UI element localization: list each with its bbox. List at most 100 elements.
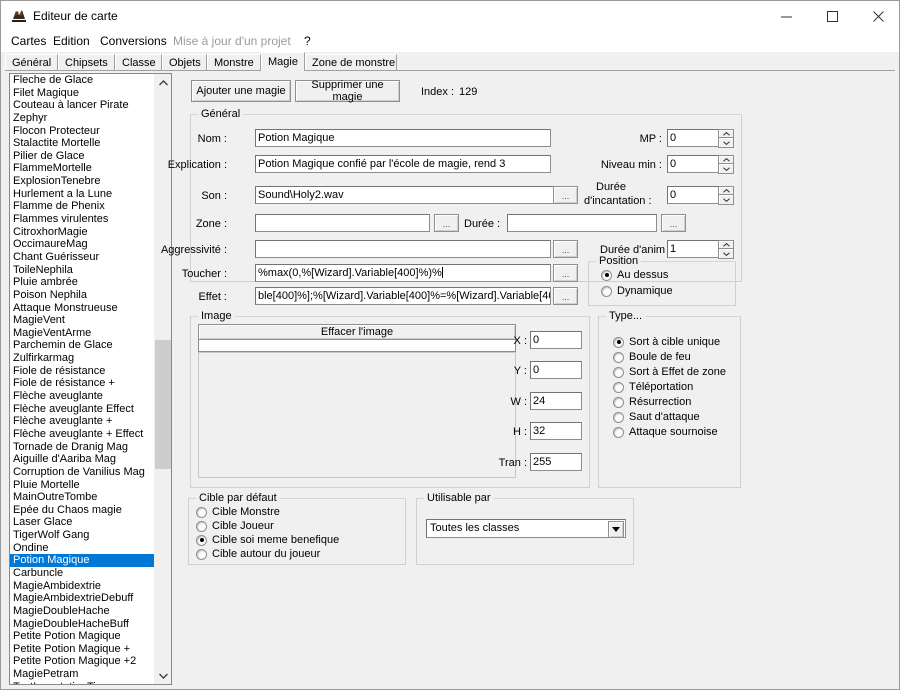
radio-cible-joueur[interactable]: Cible Joueur	[196, 520, 274, 532]
radio-cible-autour-du-joueur[interactable]: Cible autour du joueur	[196, 548, 320, 560]
radio-type-attaque-sournoise[interactable]: Attaque sournoise	[613, 426, 718, 438]
list-item[interactable]: MainOutreTombe	[10, 491, 156, 504]
list-item[interactable]: Filet Magique	[10, 87, 156, 100]
radio-type-resurrection[interactable]: Résurrection	[613, 396, 691, 408]
list-item[interactable]: Flocon Protecteur	[10, 125, 156, 138]
radio-type-boule-de-feu[interactable]: Boule de feu	[613, 351, 691, 363]
tab-classe[interactable]: Classe	[115, 54, 162, 71]
menu-edition[interactable]: Edition	[53, 34, 90, 48]
list-item[interactable]: Flèche aveuglante	[10, 390, 156, 403]
tab-monstre[interactable]: Monstre	[207, 54, 261, 71]
duree-incantation-spinner-up[interactable]	[718, 186, 734, 195]
list-item[interactable]: Petite Potion Magique +	[10, 643, 156, 656]
list-item[interactable]: MagieAmbidextrie	[10, 580, 156, 593]
zone-browse-button[interactable]: ...	[434, 214, 459, 232]
list-item[interactable]: Flèche aveuglante +	[10, 415, 156, 428]
image-y-input[interactable]: 0	[530, 361, 582, 379]
list-item[interactable]: Flèche aveuglante + Effect	[10, 428, 156, 441]
list-item[interactable]: ExplosionTenebre	[10, 175, 156, 188]
mp-spinner[interactable]	[718, 129, 734, 148]
explication-input[interactable]: Potion Magique confié par l'école de mag…	[255, 155, 551, 173]
list-item[interactable]: Flamme de Phenix	[10, 200, 156, 213]
radio-type-sort-cible-unique[interactable]: Sort à cible unique	[613, 336, 720, 348]
tab-zone-de-monstre[interactable]: Zone de monstre	[305, 54, 397, 71]
mp-input[interactable]: 0	[667, 129, 719, 147]
duree-anim-spinner-up[interactable]	[718, 240, 734, 249]
list-item[interactable]: Flèche aveuglante Effect	[10, 403, 156, 416]
image-x-input[interactable]: 0	[530, 331, 582, 349]
spell-listbox[interactable]: Fleche de GlaceFilet MagiqueCouteau à la…	[9, 73, 172, 685]
tab-objets[interactable]: Objets	[162, 54, 207, 71]
close-icon[interactable]	[855, 1, 900, 31]
menu-conversions[interactable]: Conversions	[100, 34, 167, 48]
list-item[interactable]: Fleche de Glace	[10, 74, 156, 87]
niveau-min-spinner[interactable]	[718, 155, 734, 174]
duree-incantation-spinner-down[interactable]	[718, 195, 734, 205]
list-item[interactable]: Carbuncle	[10, 567, 156, 580]
effet-browse-button[interactable]: ...	[553, 287, 578, 305]
chevron-down-icon[interactable]	[608, 521, 624, 538]
list-item[interactable]: Poison Nephila	[10, 289, 156, 302]
image-path-input[interactable]	[198, 339, 516, 352]
scroll-up-icon[interactable]	[155, 74, 171, 91]
list-item[interactable]: Chant Guérisseur	[10, 251, 156, 264]
niveau-min-spinner-up[interactable]	[718, 155, 734, 164]
duree-browse-button[interactable]: ...	[661, 214, 686, 232]
list-item[interactable]: Potion Magique	[10, 554, 156, 567]
radio-cible-soi-meme-benefique[interactable]: Cible soi meme benefique	[196, 534, 339, 546]
radio-position-dynamique[interactable]: Dynamique	[601, 285, 673, 297]
list-item[interactable]: Zephyr	[10, 112, 156, 125]
list-item[interactable]: ToileNephila	[10, 264, 156, 277]
image-tran-input[interactable]: 255	[530, 453, 582, 471]
list-item[interactable]: Ondine	[10, 542, 156, 555]
list-item[interactable]: Laser Glace	[10, 516, 156, 529]
list-item[interactable]: Petite Potion Magique	[10, 630, 156, 643]
duree-input[interactable]	[507, 214, 657, 232]
niveau-min-spinner-down[interactable]	[718, 164, 734, 174]
list-item[interactable]: Aiguille d'Aariba Mag	[10, 453, 156, 466]
list-item[interactable]: Couteau à lancer Pirate	[10, 99, 156, 112]
radio-position-au-dessus[interactable]: Au dessus	[601, 269, 668, 281]
clear-image-button[interactable]: Effacer l'image	[198, 324, 516, 340]
minimize-icon[interactable]	[763, 1, 809, 31]
scroll-down-icon[interactable]	[155, 667, 171, 684]
list-item[interactable]: Fiole de résistance +	[10, 377, 156, 390]
add-spell-button[interactable]: Ajouter une magie	[191, 80, 291, 102]
list-item[interactable]: Epée du Chaos magie	[10, 504, 156, 517]
duree-anim-spinner[interactable]	[718, 240, 734, 259]
list-item[interactable]: MagieAmbidextrieDebuff	[10, 592, 156, 605]
niveau-min-input[interactable]: 0	[667, 155, 719, 173]
aggressivite-browse-button[interactable]: ...	[553, 240, 578, 258]
aggressivite-input[interactable]	[255, 240, 551, 258]
zone-input[interactable]	[255, 214, 430, 232]
nom-input[interactable]: Potion Magique	[255, 129, 551, 147]
image-w-input[interactable]: 24	[530, 392, 582, 410]
list-item[interactable]: MagieDoubleHache	[10, 605, 156, 618]
toucher-browse-button[interactable]: ...	[553, 264, 578, 282]
maximize-icon[interactable]	[809, 1, 855, 31]
list-item[interactable]: Fiole de résistance	[10, 365, 156, 378]
radio-type-sort-effet-de-zone[interactable]: Sort à Effet de zone	[613, 366, 726, 378]
mp-spinner-down[interactable]	[718, 138, 734, 148]
list-item[interactable]: MagieVentArme	[10, 327, 156, 340]
list-item[interactable]: Corruption de Vanilius Mag	[10, 466, 156, 479]
list-item[interactable]: TestIncantationTimer	[10, 681, 156, 685]
list-item[interactable]: Petite Potion Magique +2	[10, 655, 156, 668]
menu-cartes[interactable]: Cartes	[11, 34, 46, 48]
list-item[interactable]: Hurlement a la Lune	[10, 188, 156, 201]
tab-general[interactable]: Général	[5, 54, 58, 71]
list-item[interactable]: Flammes virulentes	[10, 213, 156, 226]
radio-type-saut-attaque[interactable]: Saut d'attaque	[613, 411, 700, 423]
duree-incantation-spinner[interactable]	[718, 186, 734, 205]
image-preview-panel[interactable]	[198, 352, 516, 478]
duree-anim-input[interactable]: 1	[667, 240, 719, 258]
list-item[interactable]: Zulfirkarmag	[10, 352, 156, 365]
list-item[interactable]: FlammeMortelle	[10, 162, 156, 175]
son-input[interactable]: Sound\Holy2.wav	[255, 186, 571, 204]
list-item[interactable]: Pluie Mortelle	[10, 479, 156, 492]
list-item[interactable]: CitroxhorMagie	[10, 226, 156, 239]
list-item[interactable]: Pluie ambrée	[10, 276, 156, 289]
menu-help[interactable]: ?	[304, 34, 311, 48]
image-h-input[interactable]: 32	[530, 422, 582, 440]
list-item[interactable]: MagieDoubleHacheBuff	[10, 618, 156, 631]
